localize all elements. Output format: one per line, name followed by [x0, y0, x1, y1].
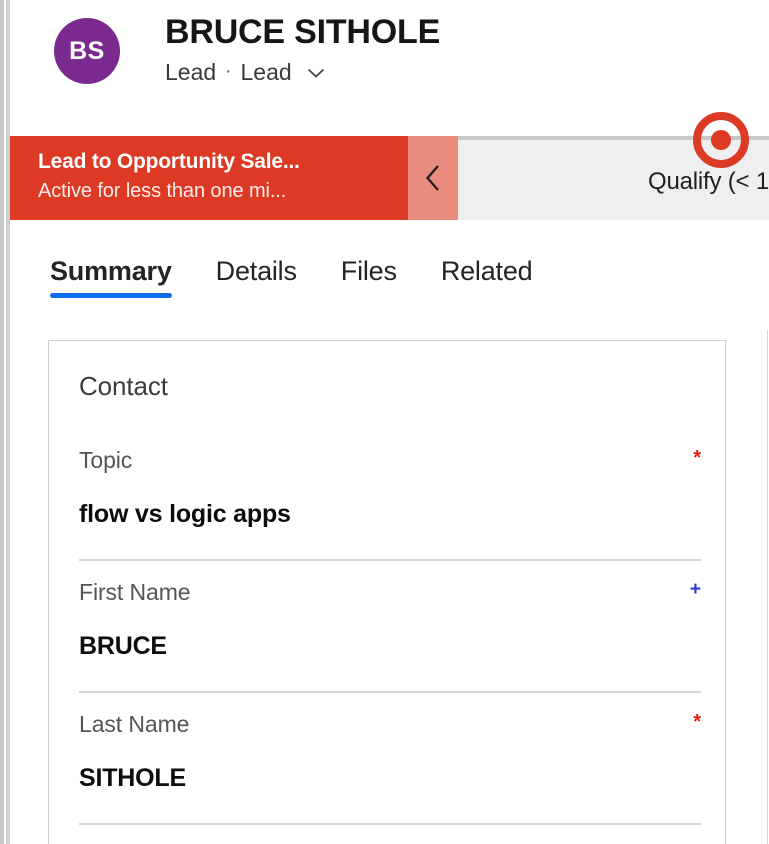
tab-files[interactable]: Files	[341, 248, 397, 290]
field-list: Topic * flow vs logic apps First Name + …	[49, 429, 725, 825]
form-tabs: Summary Details Files Related	[10, 248, 769, 310]
entity-type-label: Lead	[165, 59, 217, 85]
process-flow-stage-qualify[interactable]: Qualify (< 1	[458, 136, 769, 220]
tab-summary[interactable]: Summary	[50, 248, 172, 298]
page-title: BRUCE SITHOLE	[165, 13, 441, 51]
record-subtitle: Lead · Lead	[165, 56, 440, 88]
process-flow-status: Active for less than one mi...	[38, 180, 287, 202]
avatar-initials: BS	[69, 36, 105, 65]
process-flow-summary[interactable]: Lead to Opportunity Sale... Active for l…	[10, 136, 408, 220]
field-topic-label: Topic	[79, 447, 133, 473]
field-first-name: First Name + BRUCE	[79, 559, 701, 691]
field-next-divider	[79, 823, 701, 825]
field-last-name: Last Name * SITHOLE	[79, 691, 701, 823]
contact-section-card: Contact Topic * flow vs logic apps First…	[48, 340, 726, 844]
tab-related[interactable]: Related	[441, 248, 533, 290]
field-topic-required-marker: *	[693, 447, 701, 469]
avatar: BS	[54, 18, 120, 84]
scrollbar-track-outer	[0, 0, 4, 844]
field-last-name-value[interactable]: SITHOLE	[79, 739, 701, 823]
record-header: BS BRUCE SITHOLE Lead · Lead	[10, 0, 769, 118]
tab-details[interactable]: Details	[216, 248, 297, 290]
left-edge-scrollbar[interactable]	[0, 0, 10, 844]
field-topic-value[interactable]: flow vs logic apps	[79, 475, 701, 559]
field-first-name-value[interactable]: BRUCE	[79, 607, 701, 691]
field-first-name-header: First Name +	[79, 561, 701, 607]
chevron-down-icon[interactable]	[306, 63, 326, 83]
tab-related-label: Related	[440, 256, 533, 286]
tab-details-label: Details	[215, 256, 297, 286]
subtitle-separator: ·	[225, 61, 232, 82]
scrollbar-track-inner	[6, 0, 10, 844]
chevron-left-icon	[420, 161, 446, 195]
right-panel-divider	[767, 330, 768, 844]
process-flow-stage-label: Qualify (< 1	[648, 168, 769, 195]
field-last-name-required-marker: *	[693, 711, 701, 733]
field-topic: Topic * flow vs logic apps	[79, 429, 701, 559]
field-last-name-header: Last Name *	[79, 693, 701, 739]
business-process-flow-bar: Lead to Opportunity Sale... Active for l…	[10, 136, 769, 220]
tab-summary-label: Summary	[50, 256, 172, 286]
field-topic-header: Topic *	[79, 429, 701, 475]
tab-files-label: Files	[340, 256, 397, 286]
process-flow-collapse-button[interactable]	[408, 136, 458, 220]
record-header-text: BRUCE SITHOLE Lead · Lead	[165, 10, 440, 88]
process-flow-name: Lead to Opportunity Sale...	[38, 150, 300, 173]
form-name-label: Lead	[240, 59, 292, 85]
field-first-name-recommended-marker: +	[689, 579, 701, 600]
field-first-name-label: First Name	[79, 579, 191, 605]
field-last-name-label: Last Name	[79, 711, 190, 737]
section-title: Contact	[79, 371, 168, 401]
